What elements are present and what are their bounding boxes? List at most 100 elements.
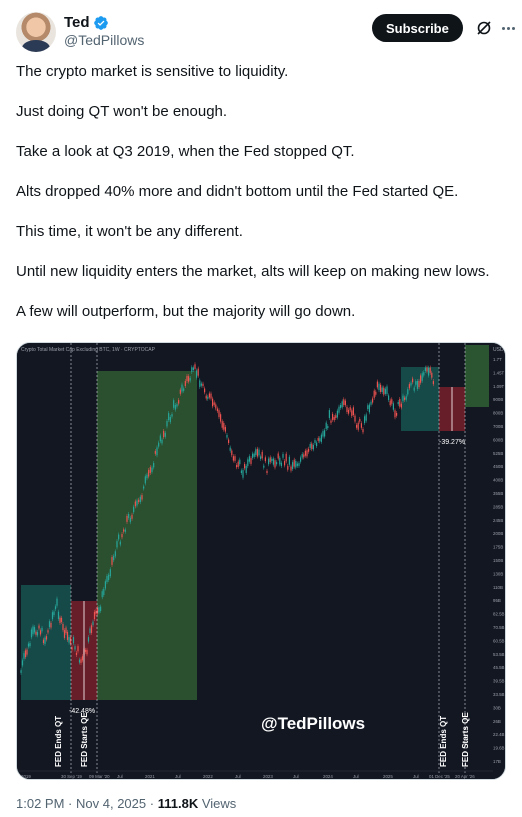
tweet-line: This time, it won't be any different. — [16, 223, 243, 240]
candle-body — [216, 408, 218, 412]
candle-body — [239, 459, 241, 465]
candle-body — [156, 447, 158, 456]
candle-body — [370, 401, 372, 405]
candle-body — [202, 383, 204, 387]
candle-body — [189, 378, 191, 381]
subscribe-button[interactable]: Subscribe — [372, 14, 463, 42]
candle-body — [376, 381, 378, 388]
meta-separator: · — [68, 796, 73, 811]
future-green-box — [465, 345, 489, 407]
candle-body — [78, 659, 81, 663]
candle-body — [253, 453, 255, 457]
candle-body — [248, 456, 250, 462]
candle-body — [87, 637, 90, 642]
candle-body — [271, 458, 273, 461]
candle-body — [240, 470, 242, 474]
avatar[interactable] — [16, 12, 56, 52]
price-tick-label: 130B — [493, 571, 503, 576]
candle-body — [41, 627, 43, 632]
candle-body — [63, 630, 66, 638]
more-dots-icon[interactable] — [498, 18, 518, 38]
time-tick-label: 2023 — [263, 774, 273, 779]
candle-body — [255, 449, 257, 456]
candle-body — [171, 414, 173, 417]
price-tick-label: 1.09T — [493, 384, 505, 389]
time-tick-label: 2022 — [203, 774, 213, 779]
candle-body — [111, 557, 113, 565]
candle-body — [346, 406, 348, 413]
qe-rally-green-box — [97, 371, 197, 700]
price-tick-label: 175B — [493, 545, 503, 550]
candle-body — [226, 434, 228, 438]
candle-body — [256, 448, 258, 457]
candle-body — [119, 541, 121, 545]
candle-body — [26, 649, 28, 655]
candle-body — [80, 659, 82, 663]
candle-body — [57, 611, 60, 619]
candle-body — [365, 414, 367, 421]
candle-body — [113, 555, 115, 561]
candle-body — [309, 443, 311, 448]
candle-body — [204, 388, 206, 393]
candle-body — [293, 459, 295, 467]
price-tick-label: 525B — [493, 451, 503, 456]
candle-body — [428, 367, 430, 376]
candle-body — [263, 465, 265, 468]
candle-body — [336, 410, 338, 418]
candle-body — [149, 467, 151, 473]
candle-body — [48, 621, 51, 628]
candle-body — [384, 388, 386, 394]
price-tick-label: 450B — [493, 464, 503, 469]
candle-body — [397, 402, 399, 405]
price-tick-label: 1.45T — [493, 370, 505, 375]
candle-body — [101, 591, 103, 598]
candle-body — [354, 415, 356, 422]
candle-body — [386, 386, 388, 394]
right-fed-starts-qe-label: FED Starts QE — [461, 712, 470, 767]
candle-body — [237, 461, 239, 467]
candle-body — [269, 457, 271, 463]
candle-body — [335, 415, 337, 418]
candle-body — [324, 430, 326, 437]
time-tick-label: 30 Sep '19 — [61, 774, 82, 779]
candle-body — [176, 404, 178, 407]
candle-body — [161, 439, 163, 444]
time-tick-label: 2025 — [383, 774, 393, 779]
candle-body — [164, 432, 166, 437]
chart-image[interactable]: Crypto Total Market Cap Excluding BTC, 1… — [16, 342, 506, 780]
candle-body — [320, 434, 322, 442]
candle-body — [191, 367, 193, 373]
candle-body — [402, 395, 404, 401]
tweet-date[interactable]: Nov 4, 2025 — [76, 796, 146, 811]
candle-body — [357, 422, 359, 430]
tweet-time[interactable]: 1:02 PM — [16, 796, 64, 811]
candle-body — [143, 486, 145, 489]
price-tick-label: 285B — [493, 504, 503, 509]
candle-body — [250, 458, 252, 464]
candle-body — [362, 429, 364, 433]
candle-body — [200, 383, 202, 386]
tweet-line: The crypto market is sensitive to liquid… — [16, 63, 289, 80]
price-tick-label: 82.5B — [493, 612, 505, 617]
candle-body — [100, 606, 102, 612]
candle-body — [360, 423, 362, 428]
candle-body — [81, 656, 84, 661]
candle-body — [72, 637, 75, 644]
candle-body — [378, 383, 380, 391]
author-handle[interactable]: @TedPillows — [64, 32, 144, 48]
candle-body — [375, 391, 377, 395]
candle-body — [141, 495, 143, 500]
candle-body — [383, 387, 385, 395]
grok-slash-icon[interactable] — [476, 20, 492, 36]
chart-header-text: Crypto Total Market Cap Excluding BTC, 1… — [21, 347, 156, 353]
candle-body — [89, 628, 91, 634]
candle-body — [232, 456, 234, 461]
candle-body — [124, 529, 126, 532]
candle-body — [139, 496, 141, 503]
author-display-name[interactable]: Ted — [64, 14, 90, 31]
candle-body — [74, 646, 76, 650]
candle-body — [215, 404, 217, 409]
candle-body — [426, 367, 428, 372]
tweet-line: A few will outperform, but the majority … — [16, 303, 356, 320]
candle-body — [300, 457, 302, 462]
